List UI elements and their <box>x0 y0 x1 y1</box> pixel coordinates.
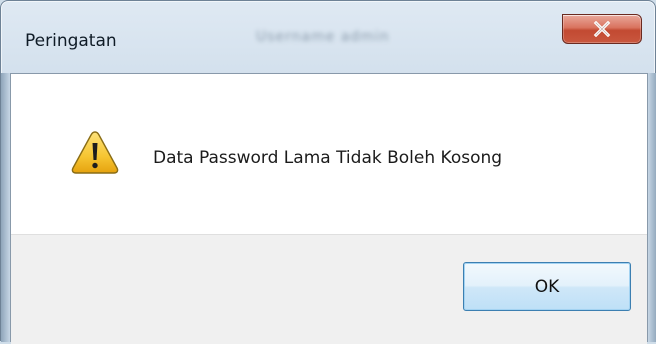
dialog-title: Peringatan <box>25 31 117 51</box>
ok-button[interactable]: OK <box>463 262 631 311</box>
warning-message: Data Password Lama Tidak Boleh Kosong <box>153 148 503 168</box>
frame-right-edge <box>648 73 656 342</box>
close-icon <box>593 21 611 37</box>
button-bar: OK <box>11 234 647 344</box>
dialog-window: Username admin Peringatan Data Password … <box>0 0 656 344</box>
warning-icon <box>71 131 119 174</box>
dialog-body: Data Password Lama Tidak Boleh Kosong OK <box>10 73 648 344</box>
close-button[interactable] <box>562 14 642 44</box>
background-window-text: Username admin <box>256 29 390 45</box>
message-area: Data Password Lama Tidak Boleh Kosong <box>11 74 647 234</box>
frame-left-edge <box>1 73 10 342</box>
title-bar[interactable]: Username admin Peringatan <box>1 1 655 73</box>
